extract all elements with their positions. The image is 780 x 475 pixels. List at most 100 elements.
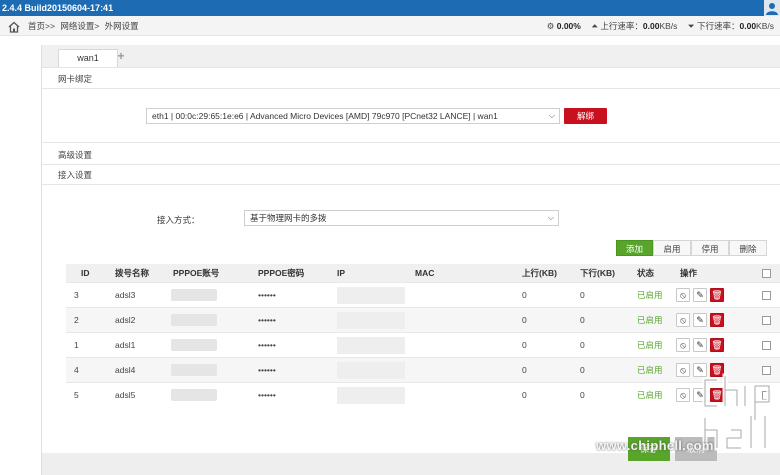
table-row: 5 adsl5 •••••• 0 0 已启用 ⦸ ✎ 🗑 [66, 382, 780, 407]
divider [42, 184, 780, 185]
watermark-text: www.chiphell.com [596, 438, 714, 453]
content-area: wan1 + 网卡绑定 eth1 | 00:0c:29:65:1e:e6 | A… [41, 45, 780, 475]
home-icon[interactable] [8, 20, 20, 33]
cell-id: 2 [74, 315, 79, 325]
cell-id: 4 [74, 365, 79, 375]
cell-down: 0 [580, 290, 585, 300]
access-mode-select[interactable]: 基于物理网卡的多拨 ⌵ [244, 210, 559, 226]
breadcrumb-network[interactable]: 网络设置> [60, 21, 99, 31]
cell-password: •••••• [258, 290, 276, 300]
breadcrumb-home[interactable]: 首页>> [28, 21, 55, 31]
divider [42, 164, 780, 165]
breadcrumb: 首页>> 网络设置> 外网设置 [28, 16, 142, 36]
unbind-button[interactable]: 解绑 [564, 108, 607, 124]
ban-icon[interactable]: ⦸ [676, 338, 690, 352]
section-nic-binding: 网卡绑定 [58, 74, 93, 84]
breadcrumb-bar: 首页>> 网络设置> 外网设置 ⚙ 0.00% ⏶ 上行速率：0.00KB/s … [0, 16, 780, 36]
app-title-bar: 2.4.4 Build20150604-17:41 [0, 0, 780, 16]
upload-icon: ⏶ [591, 21, 599, 31]
cell-account-redacted [171, 339, 217, 351]
cell-up: 0 [522, 365, 527, 375]
cell-ip [337, 287, 405, 304]
section-advanced[interactable]: 高级设置 [58, 149, 92, 161]
table-row: 4 adsl4 •••••• 0 0 已启用 ⦸ ✎ 🗑 [66, 357, 780, 382]
cell-password: •••••• [258, 315, 276, 325]
cell-ip [337, 337, 405, 354]
cell-down: 0 [580, 365, 585, 375]
row-checkbox[interactable] [762, 341, 771, 350]
status-badge: 已启用 [637, 365, 663, 375]
status-badge: 已启用 [637, 390, 663, 400]
row-checkbox[interactable] [762, 316, 771, 325]
upload-rate: ⏶ 上行速率：0.00KB/s [591, 21, 678, 31]
divider [42, 142, 780, 143]
settings-panel: 网卡绑定 eth1 | 00:0c:29:65:1e:e6 | Advanced… [42, 67, 780, 453]
ban-icon[interactable]: ⦸ [676, 363, 690, 377]
table-header: ID 拨号名称 PPPOE账号 PPPOE密码 IP MAC 上行(KB) 下行… [66, 264, 780, 282]
download-rate: ⏷ 下行速率：0.00KB/s [687, 21, 774, 31]
tab-bar: wan1 + [42, 45, 780, 68]
status-badge: 已启用 [637, 315, 663, 325]
col-down: 下行(KB) [580, 268, 615, 278]
tab-wan1[interactable]: wan1 [58, 49, 118, 68]
cell-account-redacted [171, 314, 217, 326]
col-name: 拨号名称 [115, 268, 150, 278]
ban-icon[interactable]: ⦸ [676, 388, 690, 402]
col-up: 上行(KB) [522, 268, 557, 278]
cell-ip [337, 362, 405, 379]
trash-icon[interactable]: 🗑 [710, 313, 724, 327]
section-access: 接入设置 [58, 170, 93, 180]
col-mac: MAC [415, 268, 435, 278]
access-mode-label: 接入方式： [157, 215, 200, 225]
cell-password: •••••• [258, 340, 276, 350]
nic-select[interactable]: eth1 | 00:0c:29:65:1e:e6 | Advanced Micr… [146, 108, 560, 124]
table-row: 1 adsl1 •••••• 0 0 已启用 ⦸ ✎ 🗑 [66, 332, 780, 357]
trash-icon[interactable]: 🗑 [710, 338, 724, 352]
cell-down: 0 [580, 340, 585, 350]
cell-up: 0 [522, 290, 527, 300]
cell-password: •••••• [258, 365, 276, 375]
cell-password: •••••• [258, 390, 276, 400]
cell-account-redacted [171, 389, 217, 401]
user-icon[interactable] [764, 0, 780, 16]
delete-button[interactable]: 删除 [729, 240, 767, 256]
ban-icon[interactable]: ⦸ [676, 313, 690, 327]
status-stats: ⚙ 0.00% ⏶ 上行速率：0.00KB/s ⏷ 下行速率：0.00KB/s [539, 16, 774, 36]
add-tab-icon[interactable]: + [114, 49, 128, 63]
col-account: PPPOE账号 [173, 268, 220, 278]
cell-name: adsl4 [115, 365, 136, 375]
add-button[interactable]: 添加 [616, 240, 653, 256]
cell-name: adsl1 [115, 340, 136, 350]
ban-icon[interactable]: ⦸ [676, 288, 690, 302]
cell-name: adsl5 [115, 390, 136, 400]
breadcrumb-current: 外网设置 [104, 21, 139, 31]
cell-ip [337, 387, 405, 404]
disable-button[interactable]: 停用 [691, 240, 729, 256]
cell-id: 3 [74, 290, 79, 300]
col-id: ID [81, 268, 90, 278]
col-ip: IP [337, 268, 346, 278]
build-version: 2.4.4 Build20150604-17:41 [2, 3, 114, 13]
divider [42, 88, 780, 89]
cell-down: 0 [580, 315, 585, 325]
col-ops: 操作 [680, 268, 698, 278]
select-all-checkbox[interactable] [762, 269, 771, 278]
pencil-icon[interactable]: ✎ [693, 338, 707, 352]
cell-name: adsl3 [115, 290, 136, 300]
table-row: 3 adsl3 •••••• 0 0 已启用 ⦸ ✎ 🗑 [66, 282, 780, 307]
cell-account-redacted [171, 364, 217, 376]
cell-account-redacted [171, 289, 217, 301]
cell-id: 5 [74, 390, 79, 400]
cell-up: 0 [522, 340, 527, 350]
pencil-icon[interactable]: ✎ [693, 313, 707, 327]
enable-button[interactable]: 启用 [653, 240, 691, 256]
status-badge: 已启用 [637, 340, 663, 350]
row-checkbox[interactable] [762, 291, 771, 300]
trash-icon[interactable]: 🗑 [710, 288, 724, 302]
chevron-down-icon: ⌵ [547, 213, 554, 222]
cell-down: 0 [580, 390, 585, 400]
cell-ip [337, 312, 405, 329]
pencil-icon[interactable]: ✎ [693, 288, 707, 302]
chevron-down-icon: ⌵ [548, 111, 555, 120]
col-status: 状态 [637, 268, 655, 278]
